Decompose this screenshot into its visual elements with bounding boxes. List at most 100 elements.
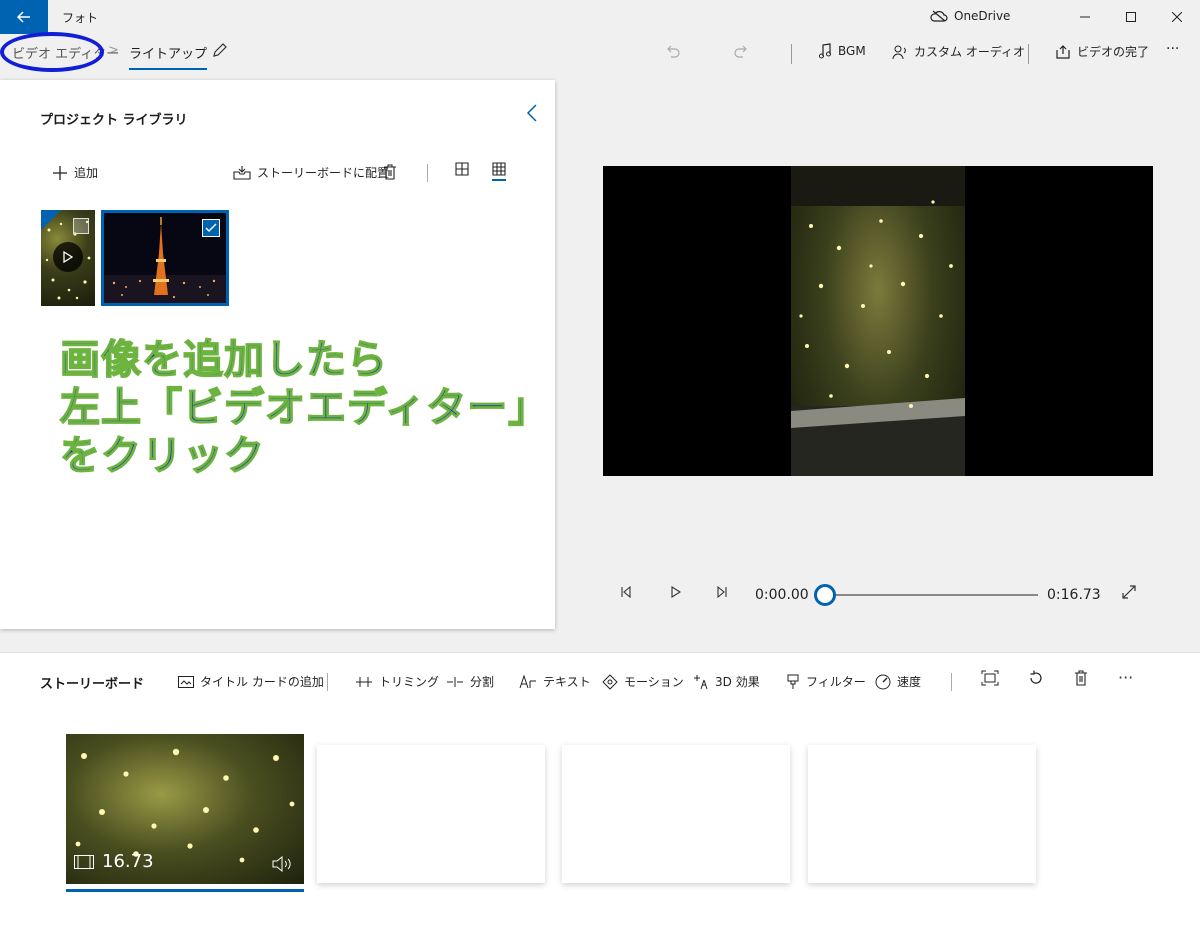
maximize-icon <box>1126 12 1136 22</box>
checkmark-icon <box>205 223 217 233</box>
person-audio-icon <box>892 45 906 59</box>
plus-icon <box>53 165 67 180</box>
empty-storyboard-slot[interactable] <box>562 745 790 883</box>
previous-frame-button[interactable] <box>620 586 632 598</box>
split-label: 分割 <box>470 675 495 689</box>
resize-black-bars-button[interactable] <box>981 670 999 686</box>
filters-button[interactable]: フィルター <box>786 673 866 690</box>
place-on-storyboard-label: ストーリーボードに配置 <box>257 166 390 180</box>
large-grid-view-button[interactable] <box>455 162 469 176</box>
custom-audio-button[interactable]: カスタム オーディオ <box>892 43 1025 60</box>
command-separator <box>791 44 792 64</box>
seek-thumb[interactable] <box>814 584 836 606</box>
bgm-button[interactable]: BGM <box>818 43 866 59</box>
clip-volume-button[interactable] <box>272 856 294 872</box>
place-on-storyboard-button[interactable]: ストーリーボードに配置 <box>233 164 389 181</box>
finish-video-button[interactable]: ビデオの完了 <box>1055 43 1149 60</box>
preview-frame-image <box>791 166 965 476</box>
title-bar: フォト OneDrive <box>0 0 1200 34</box>
filter-brush-icon <box>787 674 799 689</box>
more-options-button[interactable]: ··· <box>1166 41 1179 57</box>
text-icon <box>519 674 536 688</box>
sparkle-icon <box>694 674 708 689</box>
clip-duration-value: 16.73 <box>102 851 154 872</box>
chevron-left-icon <box>526 104 537 122</box>
rotate-button[interactable] <box>1028 670 1044 686</box>
speedometer-icon <box>875 674 891 689</box>
annotation-circle <box>0 32 104 72</box>
undo-icon <box>667 45 680 58</box>
empty-storyboard-slot[interactable] <box>808 745 1036 883</box>
collapse-library-button[interactable] <box>526 104 538 122</box>
split-button[interactable]: 分割 <box>446 673 494 690</box>
split-icon <box>447 676 463 687</box>
storyboard-separator <box>951 673 952 691</box>
share-icon <box>1056 44 1070 59</box>
play-button[interactable] <box>670 586 682 598</box>
play-icon <box>671 586 682 598</box>
library-item-video[interactable] <box>41 210 95 306</box>
step-back-icon <box>621 586 631 598</box>
fullscreen-button[interactable] <box>1122 585 1136 599</box>
seek-track[interactable] <box>826 594 1038 596</box>
video-corner-indicator <box>41 210 61 230</box>
illumination-frame-image <box>791 166 965 476</box>
command-separator <box>1028 44 1029 64</box>
storyboard-panel: ストーリーボード タイトル カードの追加 トリミング 分割 テキスト モーション… <box>0 652 1200 933</box>
trim-button[interactable]: トリミング <box>355 673 439 690</box>
speed-button[interactable]: 速度 <box>875 673 921 690</box>
playback-controls: 0:00.00 0:16.73 <box>612 582 1152 610</box>
filmstrip-icon <box>74 854 94 869</box>
play-overlay-icon <box>53 242 83 272</box>
total-time: 0:16.73 <box>1047 587 1101 603</box>
close-button[interactable] <box>1154 0 1200 34</box>
onedrive-status[interactable]: OneDrive <box>930 9 1010 23</box>
storyboard-title: ストーリーボード <box>40 677 145 692</box>
add-title-card-button[interactable]: タイトル カードの追加 <box>178 673 324 690</box>
undo-button[interactable] <box>665 43 681 59</box>
selected-check-icon[interactable] <box>202 219 220 237</box>
text-button[interactable]: テキスト <box>519 673 591 690</box>
storyboard-clip[interactable]: 16.73 <box>66 734 304 884</box>
minimize-icon <box>1080 16 1090 18</box>
redo-icon <box>734 45 747 58</box>
play-icon <box>63 251 73 263</box>
trim-icon <box>356 676 372 687</box>
step-forward-icon <box>717 586 727 598</box>
empty-storyboard-slot[interactable] <box>317 745 545 883</box>
select-checkbox[interactable] <box>73 218 89 234</box>
clip-selection-bar <box>66 889 304 892</box>
delete-clip-button[interactable] <box>1074 670 1088 686</box>
back-button[interactable] <box>0 0 48 34</box>
text-label: テキスト <box>543 675 591 689</box>
custom-audio-label: カスタム オーディオ <box>914 45 1025 59</box>
rename-project-button[interactable] <box>212 42 228 58</box>
command-bar: ビデオ エディター > ライトアップ BGM カスタム オーディオ ビデオの完了… <box>0 34 1200 74</box>
finish-video-label: ビデオの完了 <box>1077 45 1150 59</box>
crop-frame-icon <box>981 670 999 686</box>
trash-icon <box>384 164 396 180</box>
redo-button[interactable] <box>733 43 749 59</box>
delete-media-button[interactable] <box>383 164 397 180</box>
storyboard-more-button[interactable]: ··· <box>1118 668 1133 687</box>
large-grid-icon <box>455 162 469 176</box>
next-frame-button[interactable] <box>716 586 728 598</box>
breadcrumb-separator: > <box>108 43 119 58</box>
motion-button[interactable]: モーション <box>602 673 684 690</box>
maximize-button[interactable] <box>1108 0 1154 34</box>
minimize-button[interactable] <box>1062 0 1108 34</box>
add-media-button[interactable]: 追加 <box>52 164 98 181</box>
onedrive-label: OneDrive <box>954 9 1011 23</box>
current-time: 0:00.00 <box>755 587 809 603</box>
expand-icon <box>1122 585 1136 599</box>
project-library-title: プロジェクト ライブラリ <box>40 113 188 128</box>
rotate-icon <box>1030 670 1042 684</box>
small-grid-view-button[interactable] <box>492 162 506 181</box>
library-item-photo[interactable] <box>101 210 229 306</box>
app-title: フォト <box>62 11 99 25</box>
trash-icon <box>1075 670 1087 686</box>
3d-effects-button[interactable]: 3D 効果 <box>693 673 760 690</box>
filters-label: フィルター <box>806 675 866 689</box>
small-grid-icon <box>492 162 506 176</box>
title-card-icon <box>178 675 194 688</box>
